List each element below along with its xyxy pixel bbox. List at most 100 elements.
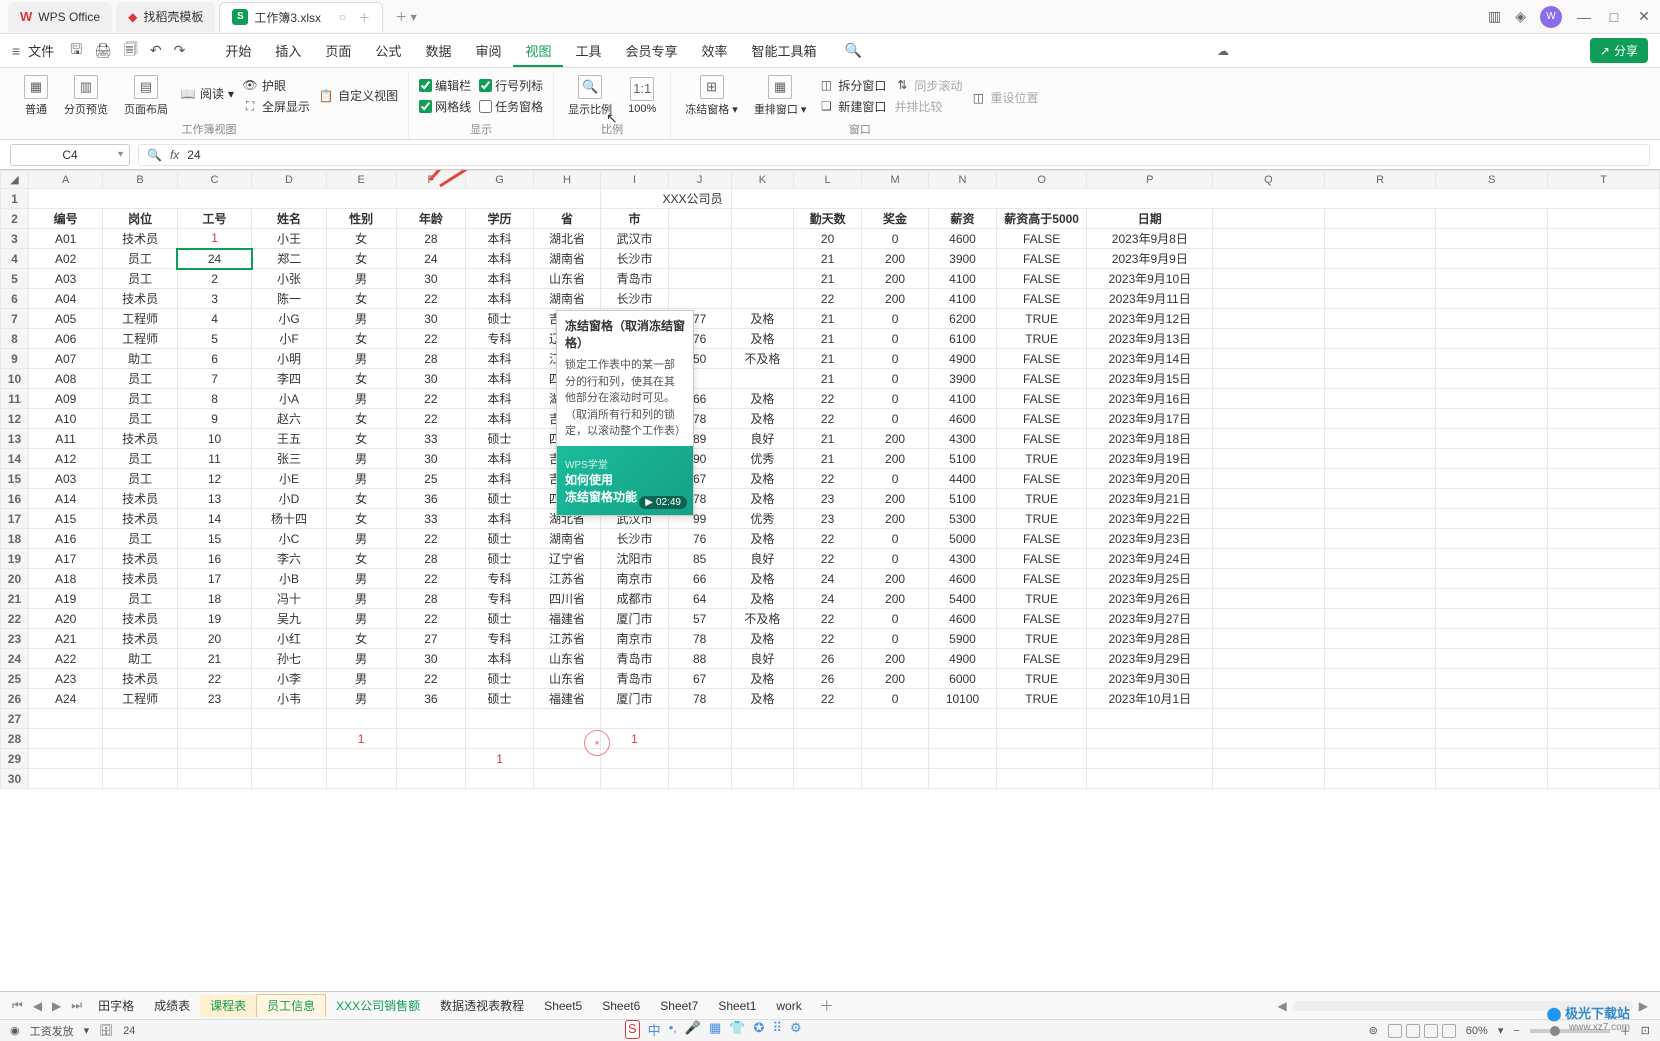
arrange-windows-button[interactable]: ▦重排窗口 ▾ — [750, 73, 811, 119]
row-header[interactable]: 1 — [1, 189, 29, 209]
cell[interactable]: 硕士 — [466, 609, 533, 629]
cell[interactable]: 24 — [794, 569, 861, 589]
cell[interactable] — [668, 289, 731, 309]
cell[interactable]: 5900 — [929, 629, 996, 649]
cell[interactable]: 及格 — [731, 669, 794, 689]
cell[interactable]: 23 — [177, 689, 251, 709]
cell[interactable]: 24 — [396, 249, 466, 269]
cell[interactable]: 专科 — [466, 569, 533, 589]
cell[interactable]: 本科 — [466, 389, 533, 409]
cell[interactable]: 22 — [794, 409, 861, 429]
cell[interactable]: 员工 — [103, 409, 177, 429]
cell[interactable]: 男 — [326, 469, 396, 489]
col-header-E[interactable]: E — [326, 171, 396, 189]
cell[interactable]: 30 — [396, 309, 466, 329]
view-pagelayout-button[interactable]: ▤页面布局 — [120, 73, 172, 119]
cell[interactable]: 硕士 — [466, 529, 533, 549]
row-header[interactable]: 11 — [1, 389, 29, 409]
cell[interactable]: 2023年9月29日 — [1087, 649, 1213, 669]
cell[interactable]: 2023年9月15日 — [1087, 369, 1213, 389]
row-header[interactable]: 5 — [1, 269, 29, 289]
save-icon[interactable]: 🖫 — [70, 39, 82, 63]
cell[interactable]: A02 — [28, 249, 102, 269]
cell[interactable] — [731, 249, 794, 269]
menu-item-审阅[interactable]: 审阅 — [463, 38, 513, 65]
cell[interactable]: A15 — [28, 509, 102, 529]
menu-item-开始[interactable]: 开始 — [213, 38, 263, 65]
cell[interactable]: 福建省 — [533, 609, 600, 629]
cell[interactable]: 0 — [861, 609, 928, 629]
cell[interactable]: 4 — [177, 309, 251, 329]
cell[interactable]: 员工 — [103, 369, 177, 389]
cell[interactable]: 山东省 — [533, 269, 600, 289]
status-mode[interactable]: 工资发放 — [30, 1023, 74, 1039]
cloud-icon[interactable]: ☁ — [1217, 44, 1229, 58]
cell[interactable]: 不及格 — [731, 349, 794, 369]
cell[interactable]: 小F — [252, 329, 326, 349]
cell[interactable] — [731, 289, 794, 309]
cell[interactable]: 4100 — [929, 389, 996, 409]
cell[interactable]: 76 — [668, 529, 731, 549]
cell[interactable]: 22 — [794, 289, 861, 309]
cell[interactable]: 200 — [861, 269, 928, 289]
cell[interactable]: A17 — [28, 549, 102, 569]
cell[interactable]: 22 — [396, 569, 466, 589]
chk-taskpane[interactable]: 任务窗格 — [479, 98, 543, 115]
cell[interactable]: 200 — [861, 649, 928, 669]
cell[interactable]: 200 — [861, 569, 928, 589]
col-header-S[interactable]: S — [1436, 171, 1548, 189]
cell[interactable]: 2023年9月26日 — [1087, 589, 1213, 609]
cell[interactable]: 硕士 — [466, 429, 533, 449]
cell[interactable]: 小E — [252, 469, 326, 489]
app-tab-wps[interactable]: WWPS Office — [8, 2, 112, 32]
cell[interactable]: A23 — [28, 669, 102, 689]
cell[interactable]: 2023年9月12日 — [1087, 309, 1213, 329]
cell[interactable]: 湖南省 — [533, 529, 600, 549]
cell[interactable]: A19 — [28, 589, 102, 609]
cell[interactable]: FALSE — [996, 229, 1087, 249]
col-header-I[interactable]: I — [601, 171, 668, 189]
cell[interactable]: 22 — [794, 469, 861, 489]
cell[interactable]: 工程师 — [103, 309, 177, 329]
cell[interactable]: 10 — [177, 429, 251, 449]
cell[interactable]: 员工 — [103, 589, 177, 609]
cell[interactable]: 郑二 — [252, 249, 326, 269]
cell[interactable]: TRUE — [996, 309, 1087, 329]
cell[interactable]: FALSE — [996, 389, 1087, 409]
view-pagebreak-button[interactable]: ▥分页预览 — [60, 73, 112, 119]
cell[interactable]: 6100 — [929, 329, 996, 349]
cell[interactable]: 200 — [861, 289, 928, 309]
cell[interactable]: 青岛市 — [601, 269, 668, 289]
cell[interactable]: FALSE — [996, 249, 1087, 269]
cell[interactable]: 技术员 — [103, 429, 177, 449]
cell[interactable]: 78 — [668, 629, 731, 649]
cell[interactable]: 男 — [326, 449, 396, 469]
cell[interactable]: 女 — [326, 429, 396, 449]
redo-icon[interactable]: ↷ — [174, 42, 186, 59]
cell[interactable]: 4600 — [929, 409, 996, 429]
cell[interactable]: 及格 — [731, 589, 794, 609]
cell[interactable]: 24 — [177, 249, 251, 269]
tooltip-video[interactable]: WPS学堂 如何使用 冻结窗格功能 ▶02:49 — [557, 446, 693, 515]
cell[interactable]: 员工 — [103, 449, 177, 469]
cell[interactable]: 1 — [177, 229, 251, 249]
cell[interactable]: 本科 — [466, 269, 533, 289]
sheet-tab[interactable]: Sheet1 — [708, 995, 766, 1017]
cell[interactable]: A03 — [28, 269, 102, 289]
cell[interactable]: 陈一 — [252, 289, 326, 309]
status-db-icon[interactable]: 🗄 — [99, 1024, 113, 1037]
cell[interactable]: 技术员 — [103, 289, 177, 309]
sheet-tab[interactable]: 课程表 — [200, 995, 256, 1017]
cell[interactable]: 女 — [326, 509, 396, 529]
cell[interactable]: 15 — [177, 529, 251, 549]
cell[interactable]: A05 — [28, 309, 102, 329]
cell[interactable]: A16 — [28, 529, 102, 549]
cell[interactable]: 本科 — [466, 229, 533, 249]
menu-item-效率[interactable]: 效率 — [690, 38, 740, 65]
cell[interactable]: 25 — [396, 469, 466, 489]
cell[interactable] — [668, 229, 731, 249]
cell[interactable]: 男 — [326, 529, 396, 549]
freeze-panes-button[interactable]: ⊞冻结窗格 ▾ — [681, 73, 742, 119]
cell[interactable]: 26 — [794, 669, 861, 689]
row-header[interactable]: 14 — [1, 449, 29, 469]
